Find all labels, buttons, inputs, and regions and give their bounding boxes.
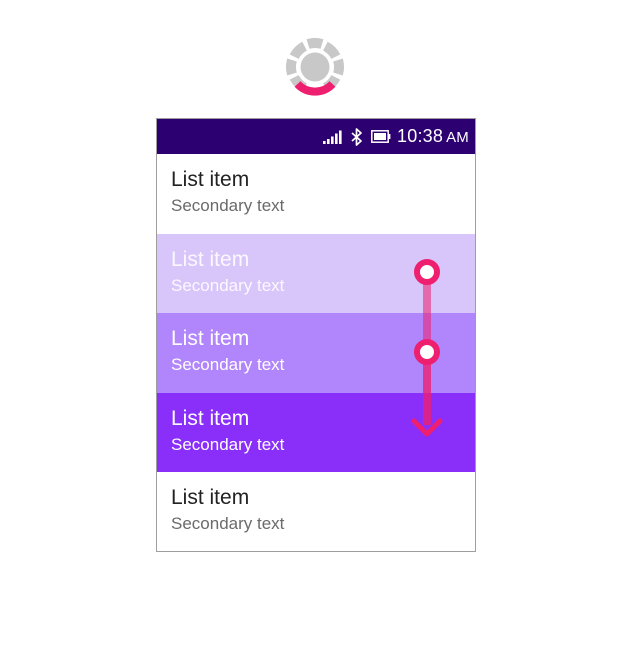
list-item-focused[interactable]: List item Secondary text	[157, 392, 475, 472]
dpad-down-indicator-icon	[284, 36, 346, 98]
signal-icon	[323, 130, 343, 144]
list-item-secondary-text: Secondary text	[171, 275, 285, 295]
time-value: 10:38	[397, 126, 444, 146]
phone-screen: 10:38 AM List item Secondary text List it…	[156, 118, 476, 552]
time-ampm: AM	[446, 129, 469, 146]
list-item-secondary-text: Secondary text	[171, 434, 285, 454]
list-item[interactable]: List item Secondary text	[157, 233, 475, 313]
list-item-primary-text: List item	[171, 327, 250, 350]
list-item-secondary-text: Secondary text	[171, 514, 285, 533]
list-item[interactable]: List item Secondary text	[157, 313, 475, 393]
list-item-primary-text: List item	[171, 247, 250, 271]
list-item-secondary-text: Secondary text	[171, 355, 285, 374]
status-bar: 10:38 AM	[157, 119, 475, 154]
battery-icon	[371, 130, 391, 143]
list-item-primary-text: List item	[171, 486, 250, 509]
list-item-primary-text: List item	[171, 168, 250, 191]
list-item[interactable]: List item Secondary text	[157, 154, 475, 234]
list-item-primary-text: List item	[171, 406, 250, 430]
list-item[interactable]: List item Secondary text	[157, 472, 475, 551]
status-time: 10:38 AM	[397, 126, 469, 147]
list: List item Secondary text List item Secon…	[157, 154, 475, 551]
bluetooth-icon	[351, 127, 363, 146]
list-item-secondary-text: Secondary text	[171, 196, 285, 215]
stage: 10:38 AM List item Secondary text List it…	[0, 0, 630, 645]
